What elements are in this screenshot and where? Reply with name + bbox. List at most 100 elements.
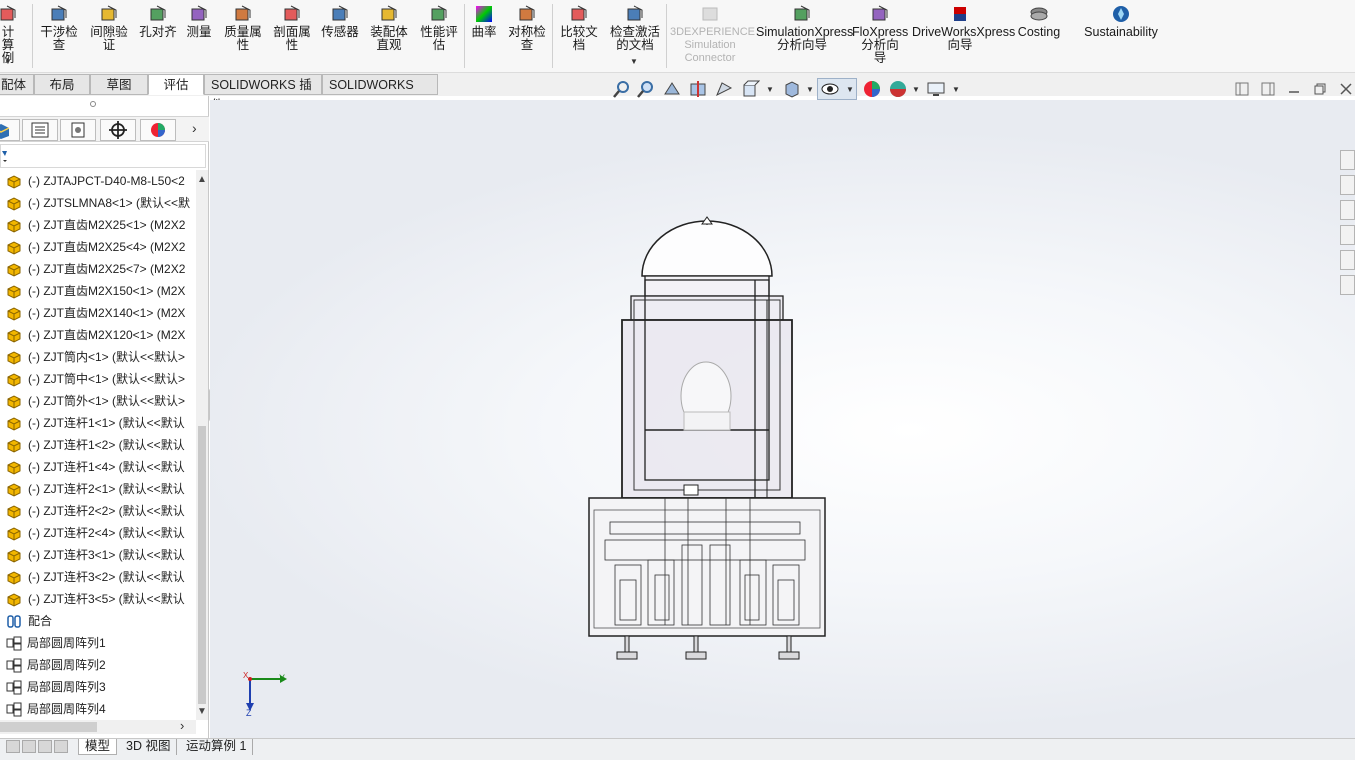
section-view-icon[interactable]: [688, 79, 708, 99]
tab-solidworks-addins[interactable]: SOLIDWORKS 插件: [204, 74, 322, 112]
tree-item[interactable]: (-) ZJT直齿M2X25<7> (M2X2: [0, 258, 196, 280]
display-style-dropdown-icon[interactable]: ▼: [806, 85, 814, 94]
tree-item[interactable]: (-) ZJT连杆1<2> (默认<<默认: [0, 434, 196, 456]
measure-button[interactable]: 测量: [184, 4, 214, 39]
assembly-visual-button[interactable]: 装配体 直观: [367, 4, 411, 52]
next-tab-button[interactable]: [38, 740, 52, 753]
restore-icon[interactable]: [1313, 82, 1327, 96]
section-props-button[interactable]: 剖面属 性: [270, 4, 314, 52]
simxpress-button[interactable]: SimulationXpress 分析向导: [756, 4, 853, 52]
apply-scene-icon[interactable]: [888, 79, 908, 99]
previous-view-icon[interactable]: [662, 79, 682, 99]
scene-dropdown-icon[interactable]: ▼: [912, 85, 920, 94]
task-pane-resources-icon[interactable]: [1340, 175, 1355, 195]
tab-3d-view[interactable]: 3D 视图: [120, 739, 178, 755]
minimize-icon[interactable]: [1287, 82, 1301, 96]
last-tab-button[interactable]: [54, 740, 68, 753]
dimxpert-tab[interactable]: [100, 119, 136, 141]
tab-sketch[interactable]: 草图: [90, 74, 148, 95]
tree-item[interactable]: (-) ZJT连杆2<2> (默认<<默认: [0, 500, 196, 522]
tree-item[interactable]: (-) ZJT连杆1<4> (默认<<默认: [0, 456, 196, 478]
design-study-button[interactable]: 计算 例: [0, 4, 20, 65]
tree-item[interactable]: (-) ZJT直齿M2X120<1> (M2X: [0, 324, 196, 346]
costing-button[interactable]: Costing: [1016, 4, 1062, 39]
3dx-button[interactable]: 3DEXPERIENCE Simulation Connector: [670, 4, 755, 65]
sensor-button[interactable]: 传感器: [318, 4, 362, 39]
check-active-dropdown-icon[interactable]: ▼: [630, 57, 638, 66]
display-style-icon[interactable]: [782, 79, 802, 99]
sustainability-button[interactable]: Sustainability: [1082, 4, 1160, 39]
tab-model[interactable]: 模型: [78, 739, 118, 755]
edit-appearance-icon[interactable]: [862, 79, 882, 99]
floxpress-button[interactable]: FloXpress 分析向 导: [852, 4, 908, 65]
tile-left-icon[interactable]: [1235, 82, 1249, 96]
panel-grip[interactable]: [90, 101, 96, 107]
feature-manager-tab[interactable]: [0, 119, 20, 141]
curvature-button[interactable]: 曲率: [470, 4, 498, 39]
first-tab-button[interactable]: [6, 740, 20, 753]
task-pane-home-icon[interactable]: [1340, 150, 1355, 170]
prev-tab-button[interactable]: [22, 740, 36, 753]
configuration-manager-tab[interactable]: [60, 119, 96, 141]
hide-show-dropdown-icon[interactable]: ▼: [846, 85, 854, 94]
view-orientation-dropdown-icon[interactable]: ▼: [766, 85, 774, 94]
interference-button[interactable]: 干涉检 查: [37, 4, 81, 52]
tree-item[interactable]: 局部圆周阵列1: [0, 632, 196, 654]
tree-item[interactable]: (-) ZJT直齿M2X150<1> (M2X: [0, 280, 196, 302]
tree-item[interactable]: (-) ZJT直齿M2X140<1> (M2X: [0, 302, 196, 324]
tree-item[interactable]: 局部圆周阵列3: [0, 676, 196, 698]
task-pane-library-icon[interactable]: [1340, 200, 1355, 220]
compare-button[interactable]: 比较文 档: [556, 4, 602, 52]
tree-item[interactable]: (-) ZJT直齿M2X25<1> (M2X2: [0, 214, 196, 236]
tree-item[interactable]: 局部圆周阵列2: [0, 654, 196, 676]
tab-assembly[interactable]: 配体: [0, 74, 34, 95]
view-settings-dropdown-icon[interactable]: ▼: [952, 85, 960, 94]
tree-horizontal-scrollbar[interactable]: ›: [0, 718, 196, 734]
tree-scroll-thumb[interactable]: [198, 426, 206, 704]
tree-item[interactable]: (-) ZJTSLMNA8<1> (默认<<默: [0, 192, 196, 214]
tree-item[interactable]: (-) ZJT筒中<1> (默认<<默认>: [0, 368, 196, 390]
design-study-dropdown-icon[interactable]: ▼: [4, 57, 12, 66]
dynamic-annotation-icon[interactable]: [714, 79, 734, 99]
scroll-down-icon[interactable]: ▼: [197, 706, 207, 717]
tab-motion-study-1[interactable]: 运动算例 1: [180, 739, 254, 755]
task-pane-explorer-icon[interactable]: [1340, 225, 1355, 245]
tree-item[interactable]: (-) ZJT直齿M2X25<4> (M2X2: [0, 236, 196, 258]
tab-solidworks-mbd[interactable]: SOLIDWORKS MBD: [322, 74, 438, 112]
driveworks-button[interactable]: DriveWorksXpress 向导: [912, 4, 1015, 52]
performance-button[interactable]: 性能评 估: [416, 4, 462, 52]
zoom-to-fit-icon[interactable]: [612, 79, 632, 99]
zoom-area-icon[interactable]: [636, 79, 656, 99]
task-pane-appearance-icon[interactable]: [1340, 250, 1355, 270]
task-pane-properties-icon[interactable]: [1340, 275, 1355, 295]
close-icon[interactable]: [1339, 82, 1353, 96]
tree-item[interactable]: (-) ZJT筒外<1> (默认<<默认>: [0, 390, 196, 412]
tree-item[interactable]: (-) ZJT连杆2<4> (默认<<默认: [0, 522, 196, 544]
tree-filter[interactable]: [0, 144, 206, 168]
property-manager-tab[interactable]: [22, 119, 58, 141]
tile-right-icon[interactable]: [1261, 82, 1275, 96]
mass-props-button[interactable]: 质量属 性: [220, 4, 266, 52]
scroll-right-icon[interactable]: ›: [180, 718, 184, 733]
tab-evaluate[interactable]: 评估: [148, 74, 204, 95]
tree-item[interactable]: (-) ZJT连杆2<1> (默认<<默认: [0, 478, 196, 500]
clearance-button[interactable]: 间隙验 证: [86, 4, 132, 52]
check-active-button[interactable]: 检查激活 的文档: [604, 4, 666, 52]
tree-item[interactable]: 配合: [0, 610, 196, 632]
tree-item[interactable]: (-) ZJTAJPCT-D40-M8-L50<2: [0, 170, 196, 192]
tree-item[interactable]: (-) ZJT连杆3<5> (默认<<默认: [0, 588, 196, 610]
tree-item[interactable]: (-) ZJT连杆1<1> (默认<<默认: [0, 412, 196, 434]
symmetry-button[interactable]: 对称检 查: [504, 4, 550, 52]
hole-align-button[interactable]: 孔对齐: [137, 4, 179, 39]
view-settings-icon[interactable]: [926, 79, 946, 99]
tree-item[interactable]: (-) ZJT连杆3<1> (默认<<默认: [0, 544, 196, 566]
tree-hscroll-thumb[interactable]: [0, 722, 97, 732]
tree-item[interactable]: (-) ZJT筒内<1> (默认<<默认>: [0, 346, 196, 368]
display-manager-tab[interactable]: [140, 119, 176, 141]
scroll-up-icon[interactable]: ▲: [197, 174, 207, 185]
view-orientation-icon[interactable]: [740, 79, 760, 99]
tab-layout[interactable]: 布局: [34, 74, 90, 95]
panel-tabs-more-icon[interactable]: ›: [192, 120, 197, 136]
graphics-viewport[interactable]: Y Z X: [210, 100, 1355, 738]
tree-item[interactable]: 局部圆周阵列4: [0, 698, 196, 720]
